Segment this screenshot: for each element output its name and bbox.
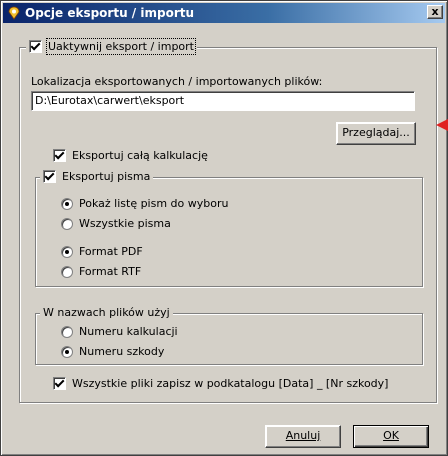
radio-show-list-label: Pokaż listę pism do wyboru [79,197,229,210]
radio-damage-number[interactable] [61,345,73,358]
app-icon [8,6,20,20]
activate-label: Uaktywnij eksport / import [46,38,196,55]
export-full-row[interactable]: Eksportuj całą kalkulację [53,149,208,162]
export-full-checkbox[interactable] [53,149,66,162]
title-bar[interactable]: Opcje eksportu / importu x [3,3,445,23]
radio-all-letters-label: Wszystkie pisma [79,217,171,230]
filenames-legend: W nazwach plików użyj [40,306,173,319]
radio-damage-number-label: Numeru szkody [79,345,165,358]
activate-legend[interactable]: Uaktywnij eksport / import [26,38,197,55]
export-full-label: Eksportuj całą kalkulację [72,149,208,162]
ok-button[interactable]: OK [353,425,429,448]
export-letters-legend[interactable]: Eksportuj pisma [40,170,154,183]
cancel-button-label: Anuluj [285,429,321,442]
radio-all-letters[interactable] [61,217,73,230]
activate-checkbox[interactable] [29,40,42,53]
radio-format-pdf-label: Format PDF [79,245,143,258]
radio-calc-number-row[interactable]: Numeru kalkulacji [61,325,178,338]
radio-format-rtf[interactable] [61,265,73,278]
export-letters-checkbox[interactable] [43,170,56,183]
radio-format-rtf-label: Format RTF [79,265,142,278]
red-arrow-icon [436,119,448,131]
radio-format-pdf[interactable] [61,245,73,258]
subfolder-checkbox[interactable] [53,377,66,390]
radio-format-pdf-row[interactable]: Format PDF [61,245,143,258]
location-input[interactable]: D:\Eurotax\carwert\eksport [31,91,415,111]
radio-show-list-row[interactable]: Pokaż listę pism do wyboru [61,197,228,210]
radio-show-list[interactable] [61,197,73,210]
dialog-window: Opcje eksportu / importu x Uaktywnij eks… [0,0,448,456]
subfolder-label: Wszystkie pliki zapisz w podkatalogu [Da… [72,377,389,390]
radio-calc-number[interactable] [61,325,73,338]
browse-button[interactable]: Przeglądaj... [336,122,416,145]
radio-damage-number-row[interactable]: Numeru szkody [61,345,164,358]
ok-button-label: OK [383,429,399,442]
radio-format-rtf-row[interactable]: Format RTF [61,265,141,278]
radio-all-letters-row[interactable]: Wszystkie pisma [61,217,171,230]
cancel-button[interactable]: Anuluj [265,425,341,448]
radio-calc-number-label: Numeru kalkulacji [79,325,178,338]
window-title: Opcje eksportu / importu [25,6,195,20]
filenames-label: W nazwach plików użyj [43,306,170,319]
export-letters-label: Eksportuj pisma [62,170,151,183]
subfolder-row[interactable]: Wszystkie pliki zapisz w podkatalogu [Da… [53,377,388,390]
location-label: Lokalizacja eksportowanych / importowany… [31,75,323,88]
close-button[interactable]: x [427,5,443,19]
